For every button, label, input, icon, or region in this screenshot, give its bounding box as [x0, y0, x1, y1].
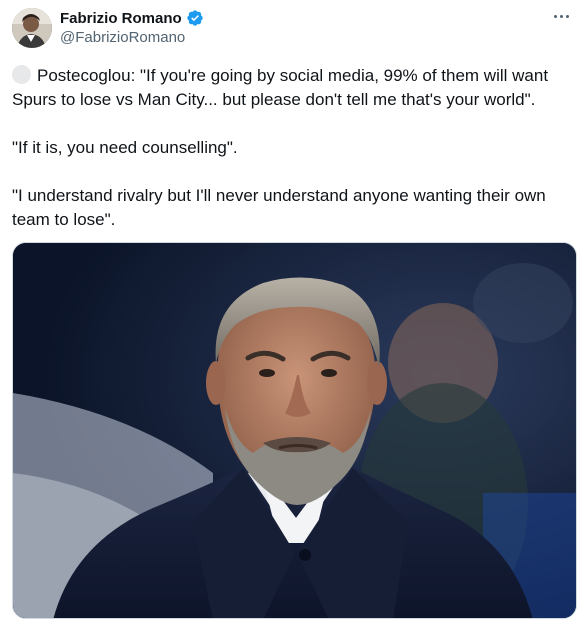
tweet-paragraph: "I understand rivalry but I'll never und…	[12, 186, 546, 229]
author-name[interactable]: Fabrizio Romano	[60, 10, 182, 27]
tweet-paragraph: "If it is, you need counselling".	[12, 138, 238, 157]
verified-badge-icon	[186, 9, 204, 27]
emoji-icon	[12, 65, 31, 84]
author-name-row: Fabrizio Romano	[60, 9, 204, 27]
tweet-paragraph: Postecoglou: "If you're going by social …	[12, 64, 574, 112]
tweet-text: Postecoglou: "If you're going by social …	[12, 64, 574, 232]
more-options-icon[interactable]	[550, 8, 572, 24]
tweet-paragraph-text: Postecoglou: "If you're going by social …	[12, 66, 549, 109]
tweet-card: Fabrizio Romano @FabrizioRomano Postecog…	[0, 0, 586, 629]
author-avatar[interactable]	[12, 8, 52, 48]
author-handle[interactable]: @FabrizioRomano	[60, 29, 185, 46]
tweet-media-photo[interactable]	[12, 242, 577, 619]
